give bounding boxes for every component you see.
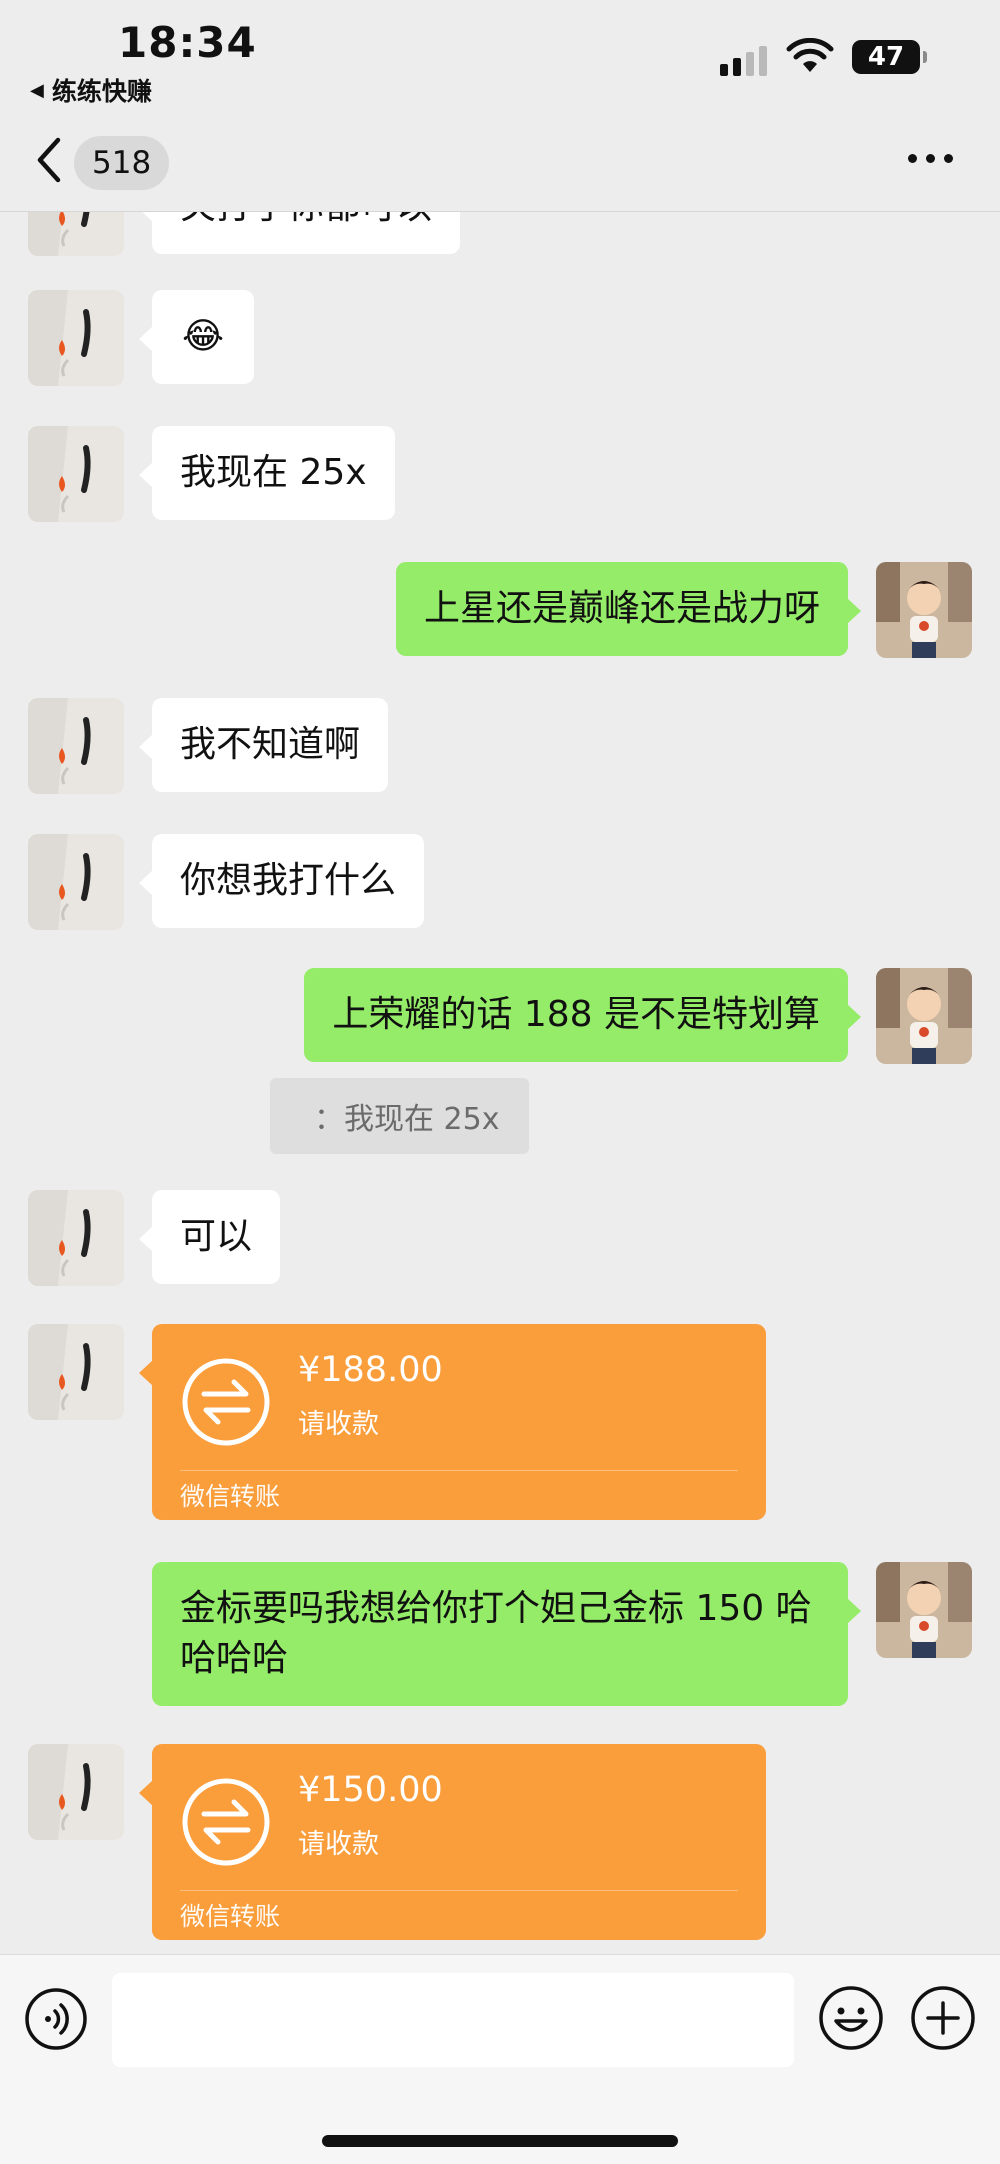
more-options-icon[interactable] <box>908 154 953 163</box>
self-avatar[interactable] <box>876 562 972 658</box>
transfer-amount: ¥150.00 <box>298 1770 443 1810</box>
back-chevron-icon[interactable] <box>32 134 68 186</box>
transfer-arrows-icon <box>182 1358 270 1446</box>
message-bubble-self[interactable]: 上荣耀的话 188 是不是特划算 <box>304 968 861 1062</box>
back-to-app-link[interactable]: ◀ 练练快赚 <box>30 72 152 108</box>
transfer-arrows-icon <box>182 1778 270 1866</box>
contact-avatar[interactable] <box>28 698 124 794</box>
transfer-status: 请收款 <box>298 1829 379 1860</box>
transfer-amount: ¥188.00 <box>298 1350 443 1390</box>
transfer-footer: 微信转账 <box>180 1902 281 1931</box>
message-bubble[interactable]: 你想我打什么 <box>138 834 425 928</box>
self-avatar[interactable] <box>876 1562 972 1658</box>
input-bar <box>0 1954 1000 2164</box>
message-bubble-self[interactable]: 金标要吗我想给你打个妲己金标 150 哈哈哈哈 <box>152 1562 861 1706</box>
transfer-card[interactable]: ¥188.00 请收款 微信转账 <box>139 1324 766 1520</box>
transfer-footer: 微信转账 <box>180 1482 281 1511</box>
home-indicator <box>322 2135 678 2147</box>
contact-avatar[interactable] <box>28 1190 124 1286</box>
contact-avatar[interactable] <box>28 1324 124 1420</box>
back-app-label: 练练快赚 <box>51 77 152 106</box>
battery-level: 47 <box>867 42 905 72</box>
message-bubble[interactable]: 可以 <box>138 1190 281 1284</box>
message-bubble[interactable]: 我现在 25x <box>139 426 395 520</box>
contact-avatar[interactable] <box>28 212 124 256</box>
contact-avatar[interactable] <box>28 290 124 386</box>
emoji-icon[interactable] <box>818 1985 884 2051</box>
unread-count-badge[interactable]: 518 <box>74 136 170 190</box>
voice-input-icon[interactable] <box>24 1987 88 2051</box>
transfer-status: 请收款 <box>298 1409 379 1440</box>
wifi-icon <box>786 38 834 72</box>
self-avatar[interactable] <box>876 968 972 1064</box>
status-time: 18:34 <box>118 18 257 67</box>
contact-avatar[interactable] <box>28 1744 124 1840</box>
message-bubble[interactable]: 我不知道啊 <box>138 698 389 792</box>
transfer-divider <box>180 1470 738 1471</box>
transfer-card[interactable]: ¥150.00 请收款 微信转账 <box>139 1744 766 1940</box>
message-bubble[interactable]: 😂 <box>138 290 255 384</box>
back-triangle-icon: ◀ <box>30 79 44 101</box>
contact-avatar[interactable] <box>28 426 124 522</box>
chat-header: 518 <box>0 110 1000 212</box>
message-input[interactable] <box>112 1973 794 2067</box>
message-list[interactable]: 关打了你都可以 😂 我现在 25x 上星还是巅峰还是战力呀 我不知道啊 你想我打… <box>0 212 1000 1954</box>
battery-icon: 47 <box>852 40 927 74</box>
transfer-divider <box>180 1890 738 1891</box>
message-bubble-self[interactable]: 上星还是巅峰还是战力呀 <box>395 562 862 656</box>
plus-icon[interactable] <box>910 1985 976 2051</box>
message-bubble[interactable]: 关打了你都可以 <box>138 212 461 254</box>
status-bar: 18:34 ◀ 练练快赚 47 <box>0 0 1000 110</box>
contact-avatar[interactable] <box>28 834 124 930</box>
cellular-signal-icon <box>720 44 767 76</box>
quoted-message[interactable]: ：我现在 25x <box>270 1078 530 1154</box>
